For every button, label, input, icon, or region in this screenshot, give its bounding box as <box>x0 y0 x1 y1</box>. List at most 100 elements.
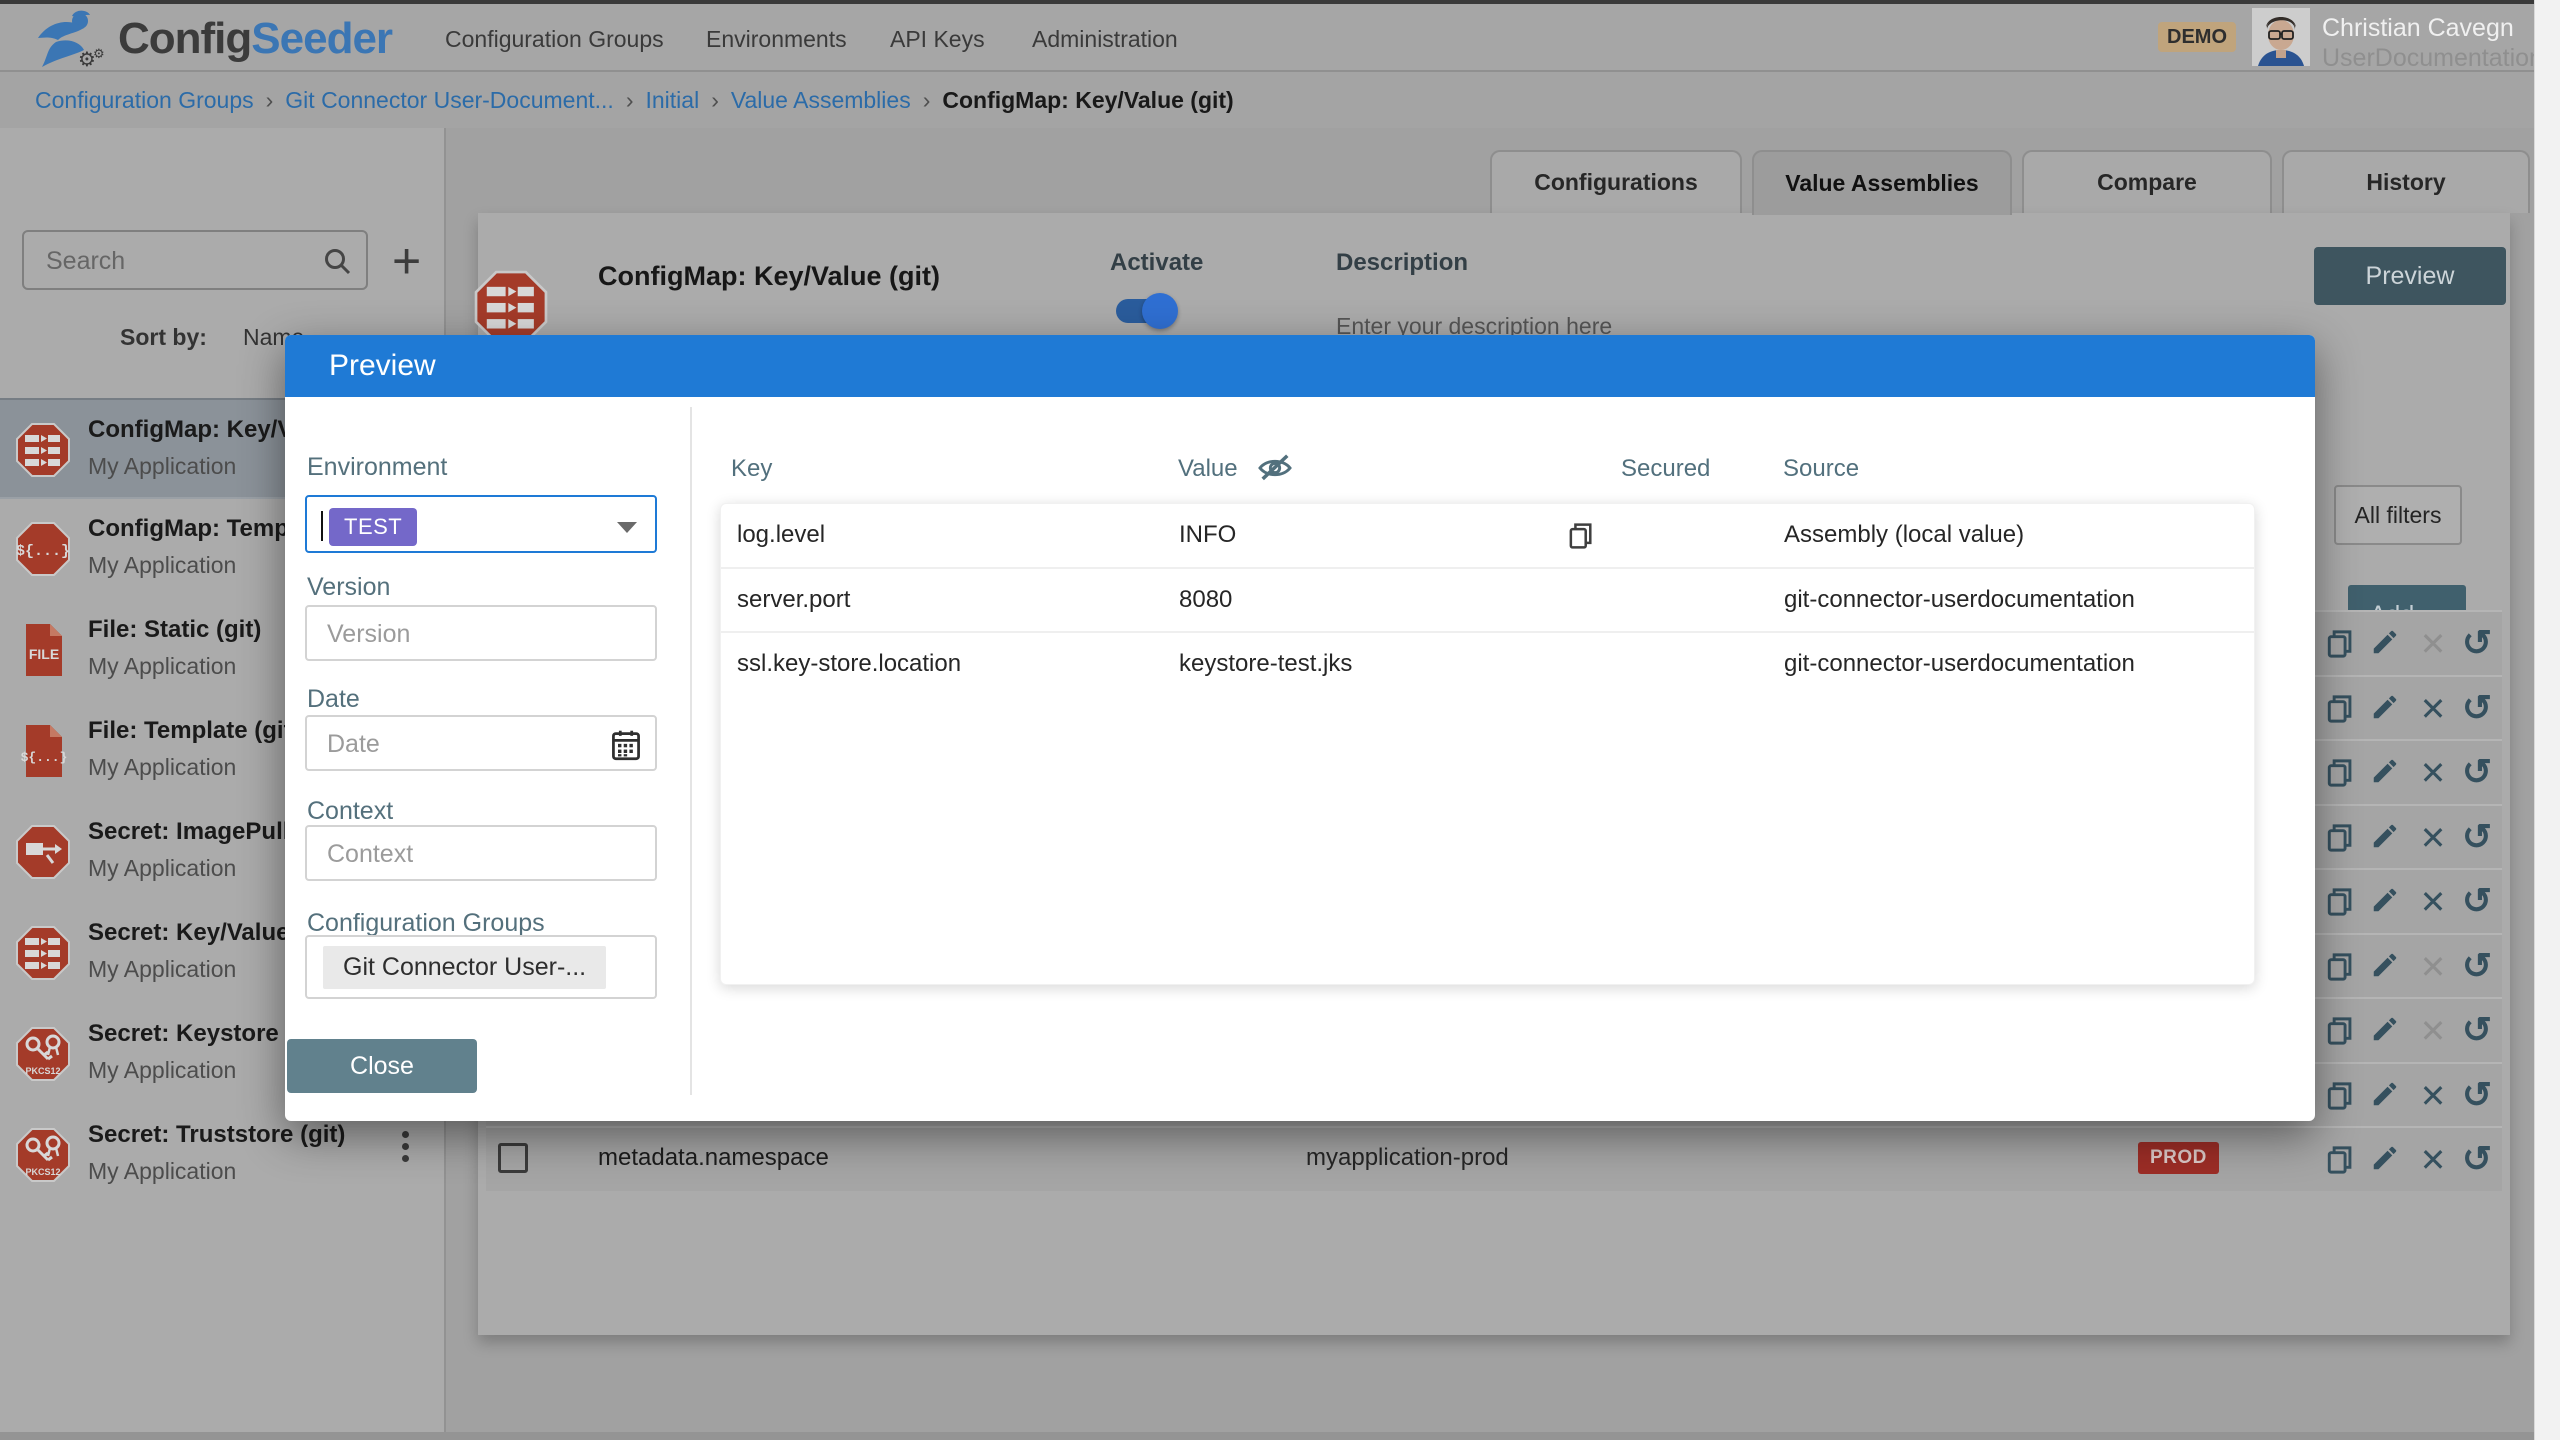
edit-pencil-icon[interactable] <box>2370 821 2404 855</box>
copy-icon[interactable] <box>2324 1014 2358 1048</box>
nav-item-environments[interactable]: Environments <box>706 26 847 53</box>
tab-history[interactable]: History <box>2282 150 2530 213</box>
copy-icon[interactable] <box>1566 520 1594 552</box>
configuration-groups-box[interactable]: Git Connector User-... <box>305 935 657 999</box>
item-menu-kebab-icon[interactable] <box>402 1131 410 1167</box>
sort-by-label: Sort by: <box>120 324 207 351</box>
secret-imagepull-icon <box>14 823 72 881</box>
breadcrumb-link-configuration-groups[interactable]: Configuration Groups <box>35 87 254 114</box>
context-field-box <box>305 825 657 881</box>
date-field-box <box>305 715 657 771</box>
modal-header: Preview <box>285 335 2315 397</box>
history-restore-icon[interactable]: ↺ <box>2460 692 2494 726</box>
user-name[interactable]: Christian Cavegn <box>2322 14 2514 43</box>
configseeder-logo-icon: ⚙ ⚙ <box>30 10 108 68</box>
cell-source: git-connector-userdocumentation <box>1784 650 2135 678</box>
sidebar-item-subtitle: My Application <box>88 653 236 680</box>
copy-icon[interactable] <box>2324 627 2358 661</box>
tab-configurations[interactable]: Configurations <box>1490 150 1742 213</box>
history-restore-icon[interactable]: ↺ <box>2460 885 2494 919</box>
preview-values-table: log.level INFO Assembly (local value) se… <box>720 503 2255 985</box>
copy-icon[interactable] <box>2324 885 2358 919</box>
cell-source: git-connector-userdocumentation <box>1784 586 2135 614</box>
calendar-icon[interactable] <box>611 729 641 761</box>
history-restore-icon[interactable]: ↺ <box>2460 821 2494 855</box>
copy-icon[interactable] <box>2324 1079 2358 1113</box>
context-input[interactable] <box>325 830 629 878</box>
delete-x-icon[interactable]: ✕ <box>2416 756 2450 790</box>
page-title: ConfigMap: Key/Value (git) <box>598 261 940 292</box>
edit-pencil-icon[interactable] <box>2370 1079 2404 1113</box>
cell-source: Assembly (local value) <box>1784 521 2024 549</box>
all-filters-button[interactable]: All filters <box>2334 485 2462 545</box>
edit-pencil-icon[interactable] <box>2370 1143 2404 1177</box>
chevron-down-icon <box>617 522 637 533</box>
copy-icon[interactable] <box>2324 950 2358 984</box>
eye-off-icon[interactable] <box>1257 453 1293 483</box>
nav-item-api-keys[interactable]: API Keys <box>890 26 985 53</box>
row-value: myapplication-prod <box>1306 1144 1509 1172</box>
environment-label: Environment <box>307 453 447 482</box>
history-restore-icon[interactable]: ↺ <box>2460 1014 2494 1048</box>
edit-pencil-icon[interactable] <box>2370 1014 2404 1048</box>
copy-icon[interactable] <box>2324 756 2358 790</box>
configuration-groups-label: Configuration Groups <box>307 909 545 938</box>
cell-key: log.level <box>737 521 825 549</box>
history-restore-icon[interactable]: ↺ <box>2460 1143 2494 1177</box>
context-label: Context <box>307 797 393 826</box>
sidebar-item-subtitle: My Application <box>88 552 236 579</box>
secret-truststore-pkcs12-icon: PKCS12 <box>14 1126 72 1184</box>
vertical-scrollbar[interactable] <box>2534 0 2560 1440</box>
nav-item-administration[interactable]: Administration <box>1032 26 1178 53</box>
close-button[interactable]: Close <box>287 1039 477 1093</box>
search-input[interactable] <box>44 236 318 286</box>
date-input[interactable] <box>325 720 629 768</box>
horizontal-scrollbar[interactable] <box>0 1432 2560 1440</box>
preview-button[interactable]: Preview <box>2314 247 2506 305</box>
add-value-assembly-button[interactable]: + <box>392 236 421 286</box>
row-checkbox[interactable] <box>498 1143 528 1173</box>
edit-pencil-icon[interactable] <box>2370 950 2404 984</box>
copy-icon[interactable] <box>2324 1143 2358 1177</box>
description-label: Description <box>1336 249 1468 277</box>
sidebar-item-subtitle: My Application <box>88 1158 236 1185</box>
nav-item-configuration-groups[interactable]: Configuration Groups <box>445 26 664 53</box>
sidebar-item-title: File: Static (git) <box>88 616 261 644</box>
history-restore-icon[interactable]: ↺ <box>2460 756 2494 790</box>
column-header-secured: Secured <box>1621 455 1710 483</box>
history-restore-icon[interactable]: ↺ <box>2460 1079 2494 1113</box>
delete-x-icon[interactable]: ✕ <box>2416 1079 2450 1113</box>
search-icon[interactable] <box>322 246 352 276</box>
modal-title: Preview <box>329 335 436 397</box>
copy-icon[interactable] <box>2324 821 2358 855</box>
copy-icon[interactable] <box>2324 692 2358 726</box>
environment-select[interactable]: TEST <box>305 495 657 553</box>
history-restore-icon[interactable]: ↺ <box>2460 627 2494 661</box>
delete-x-icon[interactable]: ✕ <box>2416 821 2450 855</box>
version-input[interactable] <box>325 610 629 658</box>
breadcrumb-link-configuration-group[interactable]: Git Connector User-Document... <box>285 87 614 114</box>
cell-key: server.port <box>737 586 850 614</box>
history-restore-icon[interactable]: ↺ <box>2460 950 2494 984</box>
delete-x-icon[interactable]: ✕ <box>2416 1143 2450 1177</box>
delete-x-icon[interactable]: ✕ <box>2416 885 2450 919</box>
breadcrumb-separator-icon: › <box>699 87 731 114</box>
tab-value-assemblies[interactable]: Value Assemblies <box>1752 150 2012 215</box>
version-label: Version <box>307 573 390 602</box>
breadcrumb-link-initial[interactable]: Initial <box>645 87 699 114</box>
date-label: Date <box>307 685 360 714</box>
configuration-group-chip: Git Connector User-... <box>323 946 606 989</box>
delete-x-icon: ✕ <box>2416 950 2450 984</box>
avatar[interactable] <box>2252 8 2310 66</box>
breadcrumb-separator-icon: › <box>254 87 286 114</box>
breadcrumb-link-value-assemblies[interactable]: Value Assemblies <box>731 87 911 114</box>
edit-pencil-icon[interactable] <box>2370 692 2404 726</box>
edit-pencil-icon[interactable] <box>2370 885 2404 919</box>
edit-pencil-icon[interactable] <box>2370 756 2404 790</box>
edit-pencil-icon[interactable] <box>2370 627 2404 661</box>
tab-compare[interactable]: Compare <box>2022 150 2272 213</box>
delete-x-icon[interactable]: ✕ <box>2416 692 2450 726</box>
svg-text:${...}: ${...} <box>21 750 68 765</box>
cell-value: INFO <box>1179 521 1236 549</box>
activate-toggle[interactable] <box>1116 299 1176 323</box>
